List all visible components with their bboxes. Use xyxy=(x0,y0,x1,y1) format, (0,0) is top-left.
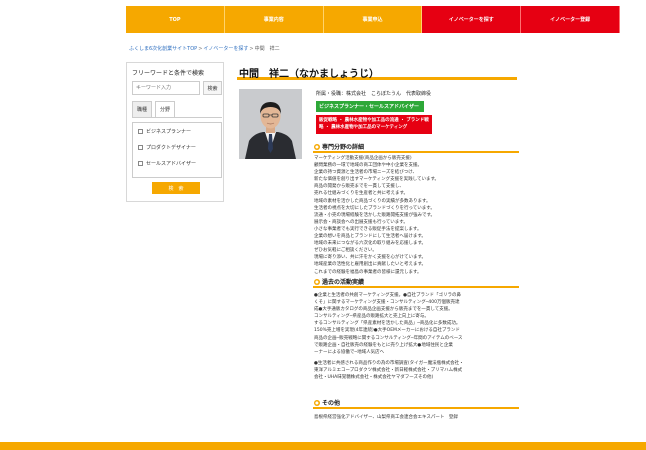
text-line: 会社・UHA味覚糖株式会社・株式会社ヤマダフーズその他) xyxy=(314,375,434,381)
text-line: 小さな事業者でも実行できる販促手法を提案します。 xyxy=(314,226,422,232)
text-line: 売れる仕組みづくりを生産者と共に考えます。 xyxy=(314,191,409,197)
text-line: 現場に寄り添い、共に汗をかく支援を心がけています。 xyxy=(314,255,427,261)
text-line: 商品の企画─販売戦略に関するコンサルティング─年間のアイテムのベース xyxy=(314,335,463,341)
search-sidebar: フリーワードと条件で検索 検索 職種 分野 ビジネスプランナー プロダクトデザイ… xyxy=(126,62,224,202)
other-section-title: ● その他 xyxy=(314,398,340,407)
breadcrumb: ふくしま6次化創業サイトTOP>イノベーターを探す>中間 祥二 xyxy=(129,45,280,52)
text-line: ●企業と生活者の共創マーケティング支援。●自社ブランド「ゴリラの鼻 xyxy=(314,293,461,298)
text-line: ぜひお気軽にご相談ください。 xyxy=(314,248,377,254)
achievements-title-text: 過去の活動実績 xyxy=(322,279,365,286)
top-navigation: TOP 事業内容 事業申込 イノベーターを探す イノベーター登録 xyxy=(126,6,620,33)
nav-top[interactable]: TOP xyxy=(126,6,225,33)
footer-bar xyxy=(0,442,646,450)
section-divider xyxy=(313,286,519,288)
search-tabs: 職種 分野 xyxy=(132,101,222,118)
filter-sales-advisor[interactable]: セールスアドバイザー xyxy=(138,160,196,167)
occupation-badge: ビジネスプランナー・セールスアドバイザー xyxy=(316,101,424,112)
checkbox[interactable] xyxy=(138,129,143,134)
checkbox[interactable] xyxy=(138,145,143,150)
breadcrumb-separator: > xyxy=(198,46,203,52)
field-badge: 販促戦略 ・ 農林水産物や加工品の流通 ・ ブランド戦略 ・ 農林水産物や加工品… xyxy=(316,115,432,134)
profile-name-heading: 中間 祥二（なかましょうじ） xyxy=(237,65,517,80)
filter-product-designer[interactable]: プロダクトデザイナー xyxy=(138,144,196,151)
bullet-icon: ● xyxy=(314,278,320,285)
text-line: くそ」に関するマーケティング支援・コンサルティング─400万個販売達 xyxy=(314,300,460,306)
text-line: 顧問業務の一環で地域の商工団体や中小企業を支援。 xyxy=(314,163,422,169)
person-portrait-icon xyxy=(239,89,302,159)
specialty-body: マーケティング活動支援(商品企画から販売支援) 顧問業務の一環で地域の商工団体や… xyxy=(314,155,520,276)
tab-occupation[interactable]: 職種 xyxy=(132,101,152,117)
checkbox[interactable] xyxy=(138,161,143,166)
search-row: 検索 xyxy=(132,81,222,95)
achievements-section-title: ● 過去の活動実績 xyxy=(314,277,364,286)
nav-apply[interactable]: 事業申込 xyxy=(324,6,423,33)
section-divider xyxy=(313,151,519,153)
text-line: 地域産業の活性化と雇用創出に貢献したいと考えます。 xyxy=(314,262,427,268)
other-body: 島根県経営強化アドバイザー、山梨県商工会連合会エキスパート 登録 xyxy=(314,415,458,420)
text-line: 企業の想いを商品とブランドにして生活者へ届けます。 xyxy=(314,234,426,240)
profile-name: 中間 祥二（なかましょうじ） xyxy=(239,69,379,80)
text-line: 商品の開発から販売までを一貫して支援し、 xyxy=(314,184,404,190)
filter-box: ビジネスプランナー プロダクトデザイナー セールスアドバイザー xyxy=(132,122,222,178)
achievements-body: ●企業と生活者の共創マーケティング支援。●自社ブランド「ゴリラの鼻 くそ」に関す… xyxy=(314,292,520,381)
specialty-section-title: ● 専門分野の詳細 xyxy=(314,142,364,151)
section-divider xyxy=(313,407,519,409)
nav-register-innovator[interactable]: イノベーター登録 xyxy=(521,6,620,33)
sidebar-title: フリーワードと条件で検索 xyxy=(132,70,205,77)
tab-field[interactable]: 分野 xyxy=(155,101,175,117)
submit-search-button[interactable]: 検 索 xyxy=(152,182,200,194)
text-line: 成●大手通販カタログの商品企画支援から販売までを一貫して支援。 xyxy=(314,307,453,313)
bullet-icon: ● xyxy=(314,143,320,150)
search-input[interactable] xyxy=(132,81,200,95)
filter-label: プロダクトデザイナー xyxy=(146,145,196,151)
other-title-text: その他 xyxy=(322,400,341,407)
text-line: 生活者の視点を大切にしたブランドづくりを行っています。 xyxy=(314,205,435,211)
profile-photo xyxy=(239,89,302,159)
search-button[interactable]: 検索 xyxy=(203,81,222,95)
text-line: 展示会・商談会への出展支援も行っています。 xyxy=(314,219,408,225)
text-line: するコンサルティング「県産素材を活かした商品」─商品化に多数成功。 xyxy=(314,321,461,327)
text-line: 東洋アルミエコープロダクツ株式会社・新日軽株式会社・プリマハム株式 xyxy=(314,367,463,373)
bullet-icon: ● xyxy=(314,399,320,406)
text-line: ●生活者に共感される商品作りの為の市場調査(タイガー魔法瓶株式会社・ xyxy=(314,360,464,366)
text-line: マーケティング活動支援(商品企画から販売支援) xyxy=(314,156,412,161)
filter-label: ビジネスプランナー xyxy=(146,129,192,135)
text-line: 地域の素材を活かした商品づくりの実績が多数あります。 xyxy=(314,198,431,204)
text-line: コンサルティング─県産品の販路拡大と売上向上に寄与。 xyxy=(314,314,429,320)
nav-find-innovator[interactable]: イノベーターを探す xyxy=(422,6,522,33)
text-line: で販路企画・自社販売の経験をもとに売り上げ拡大●地域住民と企業 xyxy=(314,342,453,348)
text-line: 流通・小売の現場経験を活かした販路開拓支援が強みです。 xyxy=(314,212,436,218)
filter-label: セールスアドバイザー xyxy=(146,161,197,167)
breadcrumb-current: 中間 祥二 xyxy=(254,46,280,52)
text-line: 地域の未来につながる六次化の取り組みを応援します。 xyxy=(314,241,427,247)
specialty-title-text: 専門分野の詳細 xyxy=(322,144,365,151)
text-line: ーナーによる協働で─地域人気店へ xyxy=(314,349,385,355)
text-line: これまでの経験を福島の事業者の皆様に還元します。 xyxy=(314,269,422,275)
text-line: 企業の持つ資源と生活者の市場ニーズを結びつけ、 xyxy=(314,170,418,176)
affiliation: 所属・役職：株式会社 こらぼたうん 代表取締役 xyxy=(316,91,432,97)
text-line: 新たな価値を創り出すマーケティング支援を実践しています。 xyxy=(314,177,440,183)
text-line: 150%売上増を実現(4年連続)●大手OEMメーカーにおける自社ブランド xyxy=(314,328,460,334)
breadcrumb-home[interactable]: ふくしま6次化創業サイトTOP xyxy=(129,46,197,52)
breadcrumb-list[interactable]: イノベーターを探す xyxy=(203,46,248,52)
breadcrumb-separator: > xyxy=(249,46,254,52)
nav-business[interactable]: 事業内容 xyxy=(225,6,324,33)
filter-business-planner[interactable]: ビジネスプランナー xyxy=(138,128,191,135)
